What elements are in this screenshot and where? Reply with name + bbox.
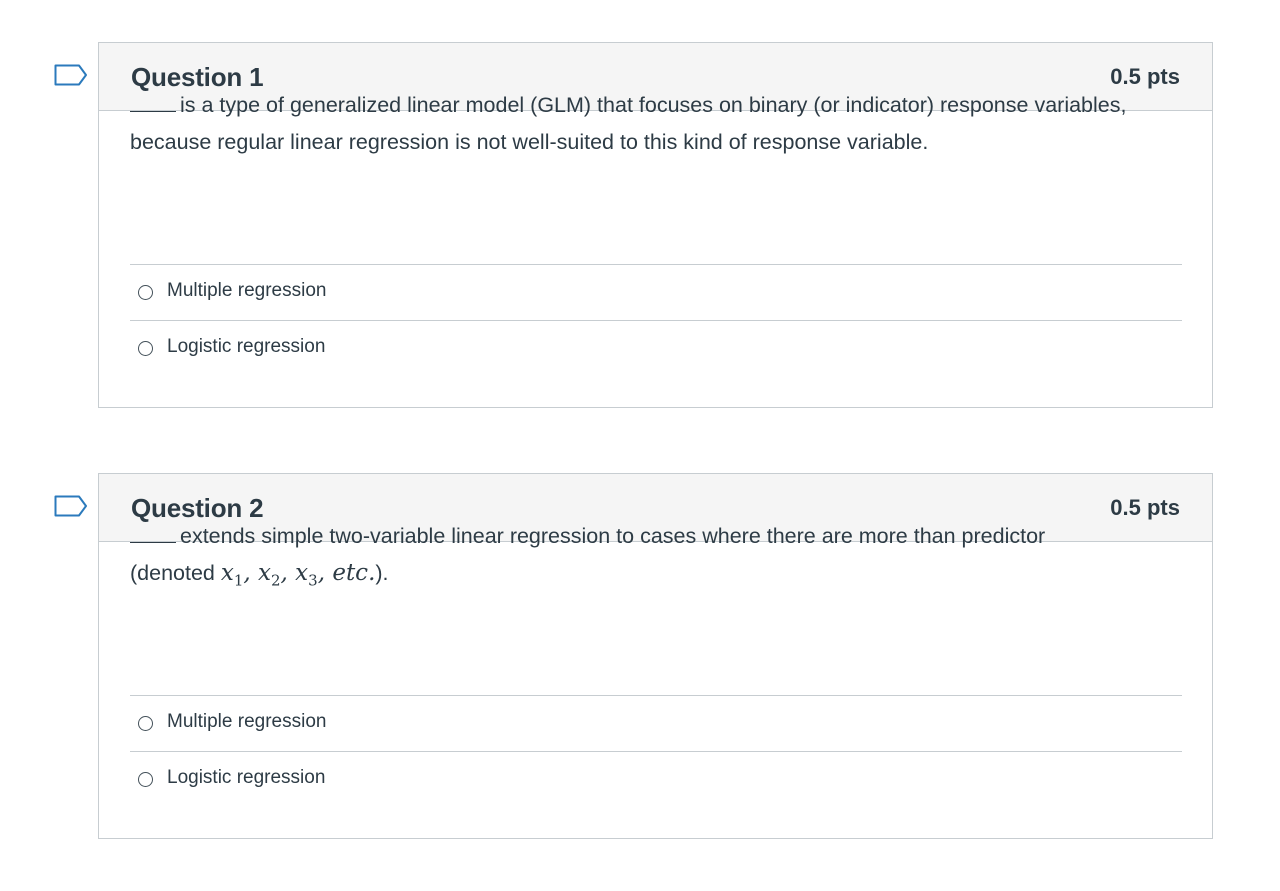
math-var: x: [258, 560, 271, 586]
question-text-line2-suffix: ).: [375, 561, 389, 585]
question-card: Question 2 0.5 pts extends simple two-va…: [98, 473, 1213, 839]
radio-button[interactable]: [138, 716, 153, 731]
question-text: extends simple two-variable linear regre…: [130, 518, 1150, 600]
answer-label[interactable]: Multiple regression: [167, 711, 326, 733]
math-var: x: [220, 560, 234, 586]
answer-option[interactable]: Logistic regression: [130, 751, 1182, 808]
math-subscript: 3: [308, 571, 318, 590]
answer-label[interactable]: Logistic regression: [167, 336, 325, 358]
radio-button[interactable]: [138, 341, 153, 356]
flag-question-icon[interactable]: [54, 64, 88, 86]
answer-list: Multiple regression Logistic regression: [130, 695, 1182, 808]
answer-option[interactable]: Logistic regression: [130, 320, 1182, 377]
question-card: Question 1 0.5 pts is a type of generali…: [98, 42, 1213, 408]
answer-option[interactable]: Multiple regression: [130, 695, 1182, 751]
math-expression: x1, x2, x3, etc.: [220, 560, 376, 590]
radio-button[interactable]: [138, 285, 153, 300]
math-separator: ,: [243, 560, 259, 586]
question-text: is a type of generalized linear model (G…: [130, 87, 1150, 161]
question-text-body: extends simple two-variable linear regre…: [180, 524, 1046, 548]
math-separator: ,: [317, 560, 333, 586]
question-text-body: is a type of generalized linear model (G…: [130, 93, 1127, 154]
math-etc: etc.: [332, 560, 376, 586]
answer-blank: [130, 524, 176, 543]
math-var: x: [295, 560, 309, 586]
answer-label[interactable]: Logistic regression: [167, 767, 325, 789]
flag-question-icon[interactable]: [54, 495, 88, 517]
math-subscript: 2: [271, 571, 281, 590]
math-separator: ,: [280, 560, 296, 586]
answer-blank: [130, 93, 176, 112]
question-text-line2-prefix: (denoted: [130, 561, 221, 585]
answer-option[interactable]: Multiple regression: [130, 264, 1182, 320]
radio-button[interactable]: [138, 772, 153, 787]
answer-label[interactable]: Multiple regression: [167, 280, 326, 302]
answer-list: Multiple regression Logistic regression: [130, 264, 1182, 377]
math-subscript: 1: [233, 571, 244, 590]
